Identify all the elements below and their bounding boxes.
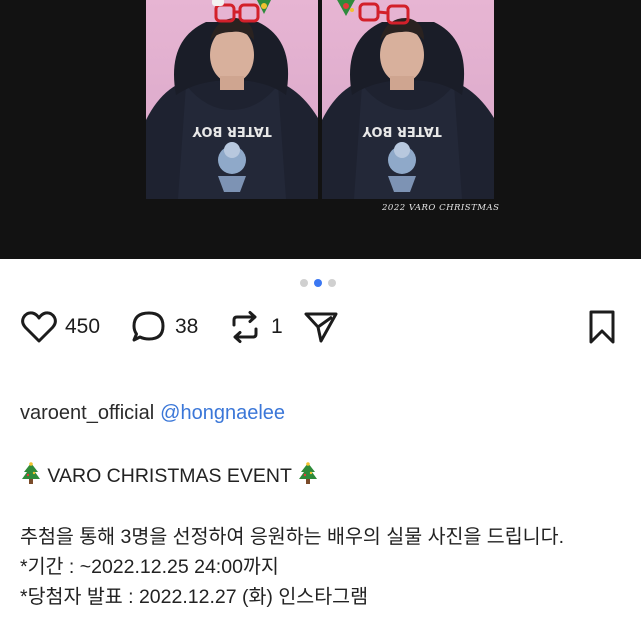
repost-count: 1 [271,315,283,338]
repost-icon [226,308,264,346]
post-body-line: 추첨을 통해 3명을 선정하여 응원하는 배우의 실물 사진을 드립니다. [20,526,564,548]
comment-count: 38 [175,315,199,338]
carousel-dot[interactable] [328,279,336,287]
christmas-tree-icon [297,462,319,486]
photo-panel-right: TATER BOY [322,0,494,199]
post-body-line: *기간 : ~2022.12.25 24:00까지 [20,556,279,578]
author-handle[interactable]: varoent_official [20,402,154,424]
like-count: 450 [65,315,101,338]
carousel-dot-active[interactable] [314,279,322,287]
post-body-line: *당첨자 발표 : 2022.12.27 (화) 인스타그램 [20,586,369,608]
photo-panel-left: TATER BOY [146,0,318,199]
action-bar: 450 38 1 [20,308,621,348]
shirt-print-text: TATER BOY [362,123,442,138]
share-button[interactable] [302,308,340,346]
christmas-tree-icon [20,462,42,486]
repost-button[interactable]: 1 [226,308,283,346]
post-title-text: VARO CHRISTMAS EVENT [47,465,292,487]
send-icon [302,308,340,346]
carousel-indicator [300,279,336,287]
comment-button[interactable]: 38 [130,308,198,346]
post-media-carousel[interactable]: TATER BOY TATER BOY 2022 VARO CHRISTMAS [0,0,641,259]
mention-link[interactable]: @hongnaelee [160,402,285,424]
post-author-row: varoent_official @hongnaelee [20,402,285,425]
bookmark-icon [583,308,621,346]
shirt-print-text: TATER BOY [192,123,272,138]
comment-bubble-icon [130,308,168,346]
heart-icon [20,308,58,346]
like-button[interactable]: 450 [20,308,100,346]
bookmark-button[interactable] [583,308,621,346]
carousel-dot[interactable] [300,279,308,287]
photo-caption: 2022 VARO CHRISTMAS [382,203,500,213]
post-title: VARO CHRISTMAS EVENT [20,462,319,488]
